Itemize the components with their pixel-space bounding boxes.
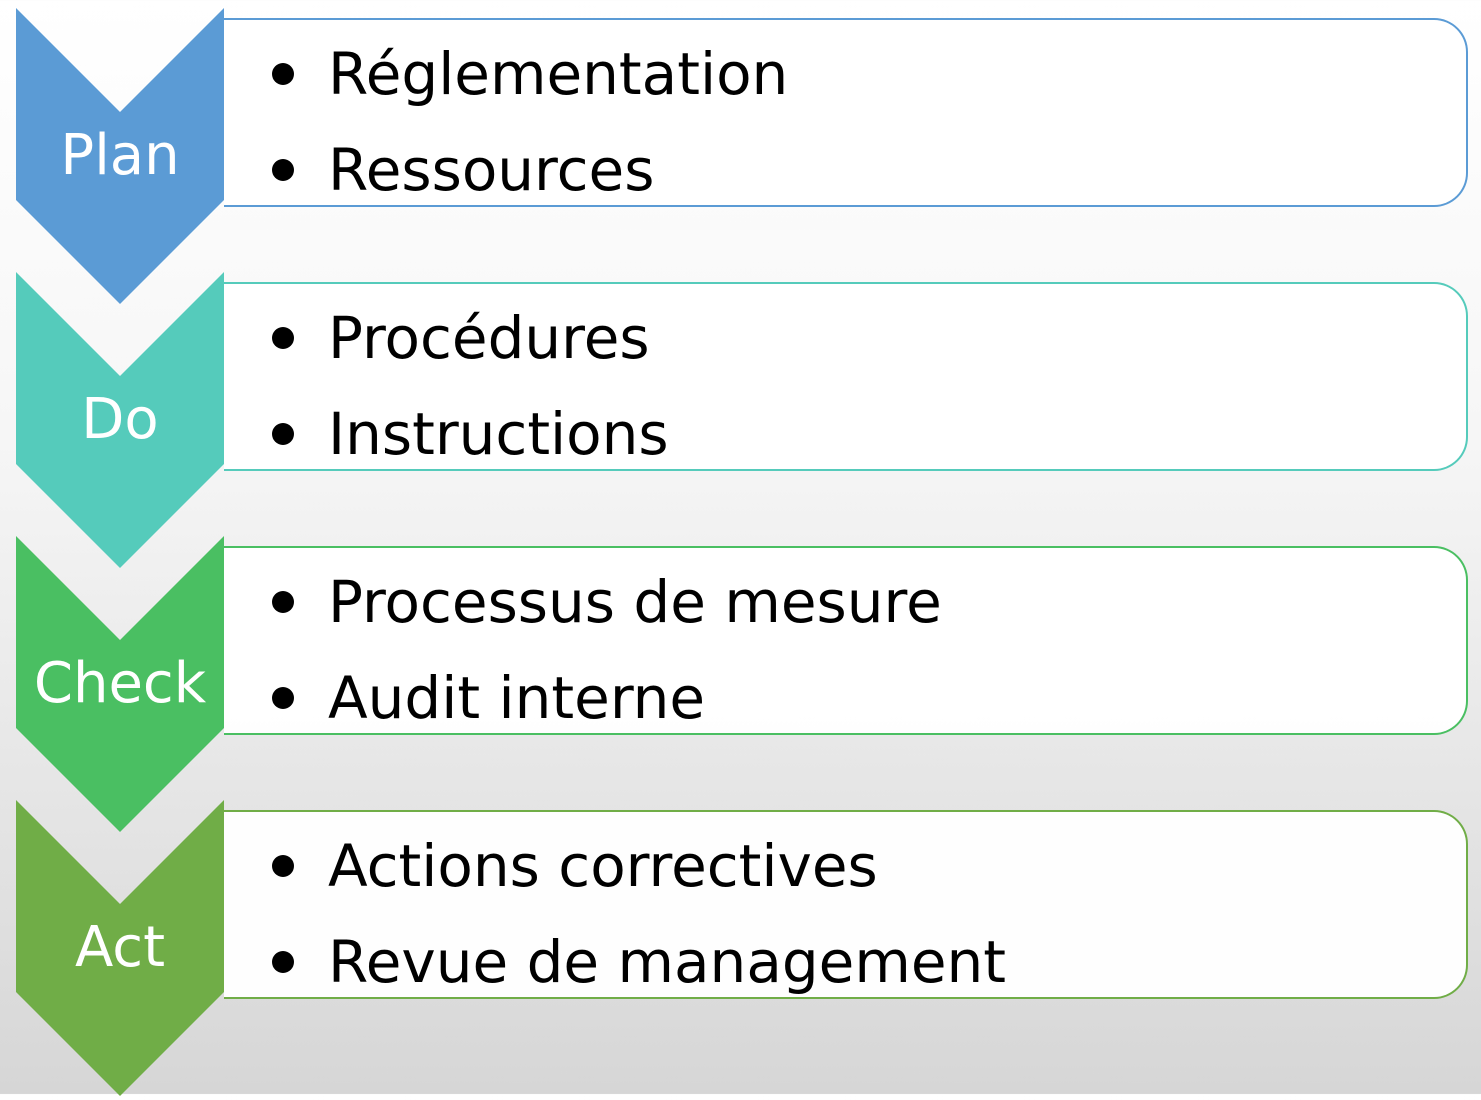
stage-act: Act Actions correctives Revue de managem… [0, 800, 1481, 1100]
bullet-icon [272, 423, 294, 445]
stage-do-details: Procédures Instructions [224, 282, 1468, 471]
list-item: Processus de mesure [272, 554, 942, 650]
list-item-text: Procédures [328, 304, 650, 372]
bullet-icon [272, 159, 294, 181]
bullet-icon [272, 591, 294, 613]
stage-check-label: Check [33, 651, 207, 716]
stage-do: Do Procédures Instructions [0, 272, 1481, 572]
list-item: Ressources [272, 122, 788, 218]
list-item: Audit interne [272, 650, 942, 746]
bullet-icon [272, 687, 294, 709]
stage-plan: Plan Réglementation Ressources [0, 8, 1481, 308]
stage-plan-list: Réglementation Ressources [272, 26, 788, 218]
stage-do-label: Do [81, 387, 159, 452]
bullet-icon [272, 951, 294, 973]
stage-check-details: Processus de mesure Audit interne [224, 546, 1468, 735]
stage-do-list: Procédures Instructions [272, 290, 669, 482]
list-item-text: Audit interne [328, 664, 706, 732]
chevron-check: Check [16, 536, 224, 832]
stage-check: Check Processus de mesure Audit interne [0, 536, 1481, 836]
list-item: Instructions [272, 386, 669, 482]
list-item: Réglementation [272, 26, 788, 122]
list-item-text: Réglementation [328, 40, 789, 108]
stage-plan-label: Plan [60, 123, 180, 188]
list-item: Procédures [272, 290, 669, 386]
chevron-act: Act [16, 800, 224, 1096]
chevron-plan: Plan [16, 8, 224, 304]
list-item-text: Revue de management [328, 928, 1007, 996]
stage-act-details: Actions correctives Revue de management [224, 810, 1468, 999]
list-item-text: Ressources [328, 136, 655, 204]
stage-act-list: Actions correctives Revue de management [272, 818, 1006, 1010]
list-item-text: Processus de mesure [328, 568, 942, 636]
list-item: Actions correctives [272, 818, 1006, 914]
chevron-do: Do [16, 272, 224, 568]
pdca-diagram: Plan Réglementation Ressources Do Procéd… [0, 0, 1481, 1096]
bullet-icon [272, 327, 294, 349]
stage-check-list: Processus de mesure Audit interne [272, 554, 942, 746]
bullet-icon [272, 63, 294, 85]
bullet-icon [272, 855, 294, 877]
list-item-text: Actions correctives [328, 832, 878, 900]
list-item-text: Instructions [328, 400, 669, 468]
stage-act-label: Act [74, 915, 166, 980]
list-item: Revue de management [272, 914, 1006, 1010]
stage-plan-details: Réglementation Ressources [224, 18, 1468, 207]
